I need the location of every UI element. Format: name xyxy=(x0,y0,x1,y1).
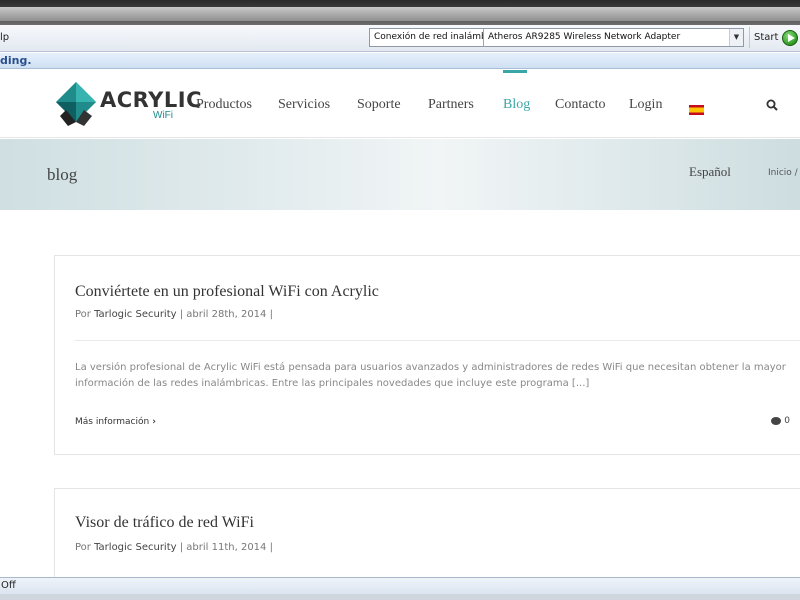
post-author[interactable]: Tarlogic Security xyxy=(94,309,176,320)
adapter-name-label: Atheros AR9285 Wireless Network Adapter xyxy=(488,32,681,42)
nav-item-soporte[interactable]: Soporte xyxy=(357,97,401,113)
breadcrumb[interactable]: Inicio / xyxy=(768,168,798,178)
logo-text: ACRYLIC xyxy=(100,88,202,112)
start-button[interactable]: Start xyxy=(749,27,800,48)
nav-item-servicios[interactable]: Servicios xyxy=(278,97,330,113)
post-date: | abril 11th, 2014 | xyxy=(179,542,273,553)
search-icon[interactable] xyxy=(766,99,778,111)
loading-text: ding. xyxy=(0,54,32,67)
post-meta: Por Tarlogic Security | abril 11th, 2014… xyxy=(75,542,273,553)
status-text: Off xyxy=(1,580,16,591)
comment-count: 0 xyxy=(784,416,790,426)
blog-post: Conviértete en un profesional WiFi con A… xyxy=(54,255,800,455)
app-toolbar: lp Conexión de red inalámbrica Atheros A… xyxy=(0,25,800,52)
chevron-right-icon: › xyxy=(152,417,156,427)
comment-icon xyxy=(771,417,782,425)
comments-link[interactable]: 0 xyxy=(771,416,790,426)
page-title: blog xyxy=(47,165,78,184)
chevron-down-icon[interactable]: ▼ xyxy=(729,29,743,46)
post-title[interactable]: Conviértete en un profesional WiFi con A… xyxy=(75,283,379,301)
read-more-link[interactable]: Más información › xyxy=(75,417,156,427)
nav-item-contacto[interactable]: Contacto xyxy=(555,97,606,113)
logo-subtext: WiFi xyxy=(153,110,173,121)
post-title[interactable]: Visor de tráfico de red WiFi xyxy=(75,514,254,532)
window-title-band xyxy=(0,0,800,25)
post-author[interactable]: Tarlogic Security xyxy=(94,542,176,553)
nav-item-login[interactable]: Login xyxy=(629,97,662,113)
language-label[interactable]: Español xyxy=(689,164,731,180)
read-more-label: Más información xyxy=(75,417,150,427)
post-meta-prefix: Por xyxy=(75,309,91,320)
post-meta: Por Tarlogic Security | abril 28th, 2014… xyxy=(75,309,273,320)
blog-post: Visor de tráfico de red WiFi Por Tarlogi… xyxy=(54,488,800,578)
page-title-band: blog Español Inicio / xyxy=(0,139,800,210)
post-meta-prefix: Por xyxy=(75,542,91,553)
nav-active-indicator xyxy=(503,70,527,73)
adapter-connection-label: Conexión de red inalámbrica xyxy=(370,29,484,46)
spain-flag-icon[interactable] xyxy=(689,105,704,115)
menu-help-partial[interactable]: lp xyxy=(0,32,9,43)
nav-item-productos[interactable]: Productos xyxy=(196,97,252,113)
site-header: ACRYLIC WiFi Productos Servicios Soporte… xyxy=(0,70,800,138)
play-icon xyxy=(782,29,799,46)
nav-item-blog[interactable]: Blog xyxy=(503,97,530,113)
loading-bar: ding. xyxy=(0,53,800,69)
post-date: | abril 28th, 2014 | xyxy=(179,309,273,320)
post-excerpt: La versión profesional de Acrylic WiFi e… xyxy=(75,362,786,389)
nav-item-partners[interactable]: Partners xyxy=(428,97,474,113)
adapter-select[interactable]: Conexión de red inalámbrica Atheros AR92… xyxy=(369,28,744,47)
window-bottom-edge xyxy=(0,594,800,600)
status-bar: Off xyxy=(0,577,800,594)
start-label: Start xyxy=(754,32,779,43)
post-divider xyxy=(75,340,800,341)
